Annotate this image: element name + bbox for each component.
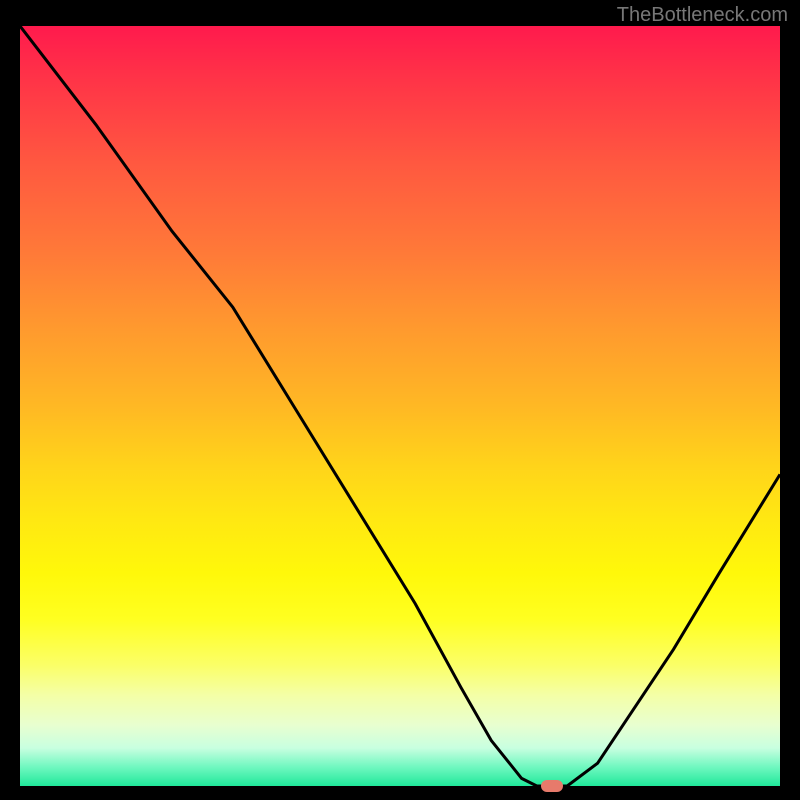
bottleneck-curve	[20, 26, 780, 786]
optimal-point-marker	[541, 780, 563, 792]
chart-plot-area	[20, 26, 780, 786]
watermark-text: TheBottleneck.com	[617, 4, 788, 27]
